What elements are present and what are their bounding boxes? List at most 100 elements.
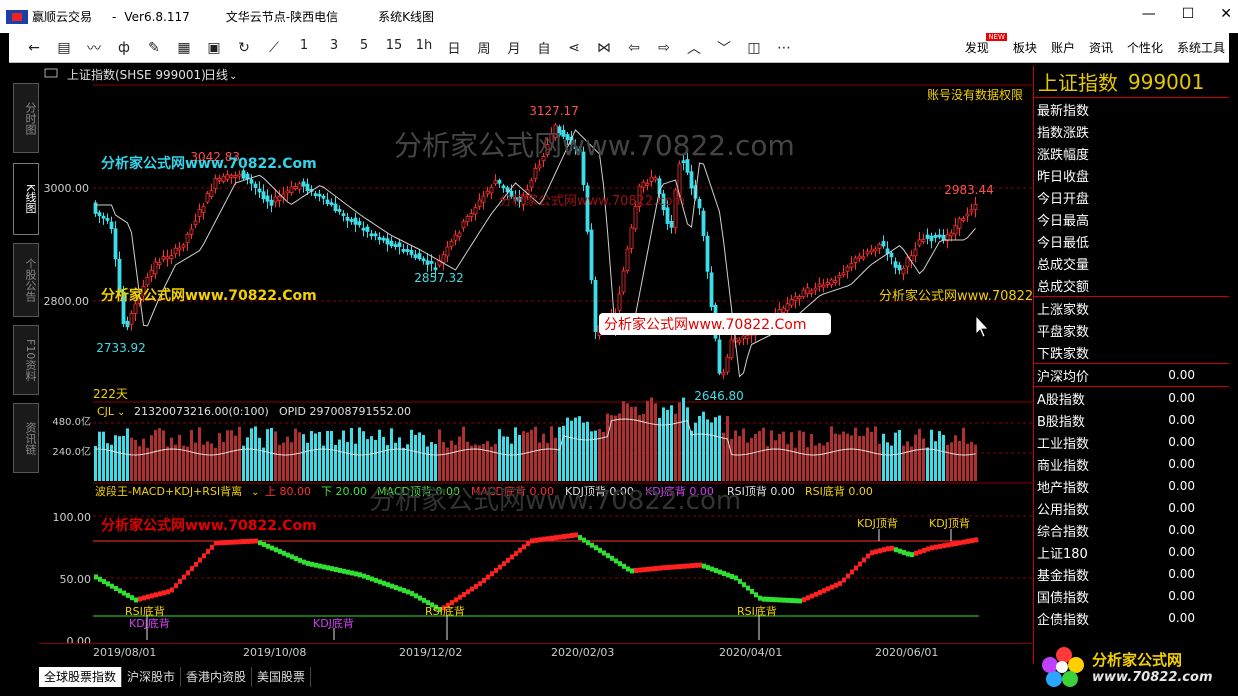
kline-chart[interactable]: 上证指数(SHSE 999001) 日线 ⌄ 账号没有数据权限 3000.00 …: [39, 63, 1067, 648]
candle-body: [177, 247, 182, 251]
oscillator-segment: [258, 540, 262, 546]
list-icon[interactable]: ▤: [49, 40, 79, 56]
oscillator-segment: [566, 533, 570, 539]
period-button[interactable]: 15: [379, 38, 409, 57]
candle-body: [201, 205, 206, 213]
volume-bar: [122, 435, 125, 481]
period-button[interactable]: 日: [439, 38, 469, 57]
left-tab[interactable]: F10资料: [13, 325, 39, 395]
indicator-name[interactable]: 波段王-MACD+KDJ+RSI背离: [95, 484, 242, 498]
volume-bar: [398, 437, 401, 481]
left-tab[interactable]: 分时图: [13, 83, 39, 153]
candle-body: [701, 210, 706, 236]
left-tab[interactable]: K线图: [13, 163, 39, 235]
oscillator-segment: [922, 547, 926, 553]
volume-bar: [598, 428, 601, 481]
volume-tick-480: 480.0亿: [52, 415, 91, 428]
candle-body: [257, 188, 262, 193]
quote-label: A股指数: [1037, 392, 1085, 408]
menu-item[interactable]: 板块: [1013, 39, 1037, 56]
contract-icon[interactable]: ⋖: [559, 40, 589, 56]
volume-value: 21320073216.00(0:100): [134, 405, 269, 418]
oscillator-segment: [142, 595, 146, 601]
menu-item[interactable]: 个性化: [1127, 39, 1163, 56]
candle-body: [645, 182, 650, 186]
period-button[interactable]: 1: [289, 38, 319, 57]
minimize-icon[interactable]: —: [1142, 6, 1156, 22]
draw-icon[interactable]: ⟋: [259, 40, 289, 56]
volume-bar: [202, 444, 205, 481]
oscillator-segment: [638, 567, 642, 573]
volume-bar: [566, 417, 569, 481]
menu-item[interactable]: 资讯: [1089, 39, 1113, 56]
back-icon[interactable]: ←: [19, 40, 49, 56]
candle-body: [873, 248, 878, 252]
quote-value: 0.00: [1168, 391, 1195, 405]
candle-body: [529, 179, 534, 188]
system-label: 系统K线图: [378, 10, 434, 24]
menu-item[interactable]: 发现 NEW: [965, 33, 1007, 56]
chevron-down-icon[interactable]: ⌄: [251, 487, 259, 498]
period-button[interactable]: 1h: [409, 38, 439, 57]
grid-icon[interactable]: ▦: [169, 40, 199, 56]
oscillator-segment: [210, 544, 214, 550]
period-button[interactable]: 5: [349, 38, 379, 57]
period-button[interactable]: 自: [529, 38, 559, 57]
candle-body: [97, 212, 102, 217]
oscillator-segment: [190, 566, 194, 572]
menu-item[interactable]: 系统工具: [1177, 39, 1225, 56]
more-icon[interactable]: ⋯: [769, 40, 799, 56]
oscillator-segment: [182, 574, 186, 580]
quote-value: 0.00: [1168, 589, 1195, 603]
chevron-down-icon[interactable]: ⌄: [117, 407, 125, 418]
layout-icon[interactable]: ◫: [739, 40, 769, 56]
period-button[interactable]: 3: [319, 38, 349, 57]
oscillator-segment: [222, 540, 226, 546]
period-label[interactable]: 日线: [204, 68, 228, 82]
x-axis: 2019/08/01 2019/10/08 2019/12/02 2020/02…: [39, 643, 1032, 663]
quote-code: 999001: [1128, 69, 1205, 94]
volume-bar: [878, 443, 881, 481]
candlestick-icon[interactable]: ф: [109, 40, 139, 56]
oscillator-segment: [602, 550, 606, 556]
bottom-tab[interactable]: 香港内资股: [181, 667, 253, 687]
bottom-tab[interactable]: 沪深股市: [122, 667, 182, 687]
period-button[interactable]: 周: [469, 38, 499, 57]
down-icon[interactable]: ﹀: [709, 38, 739, 58]
right-icon[interactable]: ⇨: [649, 40, 679, 56]
bottom-tab[interactable]: 美国股票: [252, 667, 312, 687]
volume-bar: [290, 442, 293, 481]
candle-body: [829, 279, 834, 286]
candle-body: [445, 246, 450, 257]
oscillator-segment: [118, 588, 122, 594]
pen-icon[interactable]: ✎: [139, 40, 169, 56]
left-tab[interactable]: 个股公告: [13, 243, 39, 317]
save-icon[interactable]: ▣: [199, 40, 229, 56]
candle-body: [973, 204, 978, 210]
refresh-icon[interactable]: ↻: [229, 40, 259, 56]
candle-body: [889, 252, 894, 258]
oscillator-segment: [146, 594, 150, 600]
close-icon[interactable]: ✕: [1220, 6, 1232, 22]
chart-area[interactable]: 上证指数(SHSE 999001) 日线 ⌄ 账号没有数据权限 3000.00 …: [39, 63, 1067, 663]
oscillator-segment: [498, 564, 502, 570]
volume-name[interactable]: CJL: [97, 405, 115, 418]
chevron-down-icon[interactable]: ⌄: [229, 71, 237, 82]
maximize-icon[interactable]: ☐: [1182, 6, 1195, 22]
volume-bar: [362, 431, 365, 481]
oscillator-segment: [462, 591, 466, 597]
menu-item[interactable]: 账户: [1051, 39, 1075, 56]
left-icon[interactable]: ⇦: [619, 40, 649, 56]
oscillator-segment: [626, 566, 630, 572]
period-button[interactable]: 月: [499, 38, 529, 57]
line-chart-icon[interactable]: 〰: [79, 38, 109, 58]
bottom-tab[interactable]: 全球股票指数: [39, 667, 123, 687]
left-tab[interactable]: 资讯链: [13, 403, 39, 473]
oscillator-segment: [862, 557, 866, 563]
candle-body: [337, 209, 342, 212]
expand-icon[interactable]: ⋈: [589, 40, 619, 56]
oscillator-segment: [846, 573, 850, 579]
oscillator-segment: [238, 539, 242, 545]
candle-body: [869, 249, 874, 253]
up-icon[interactable]: ︿: [679, 38, 709, 58]
